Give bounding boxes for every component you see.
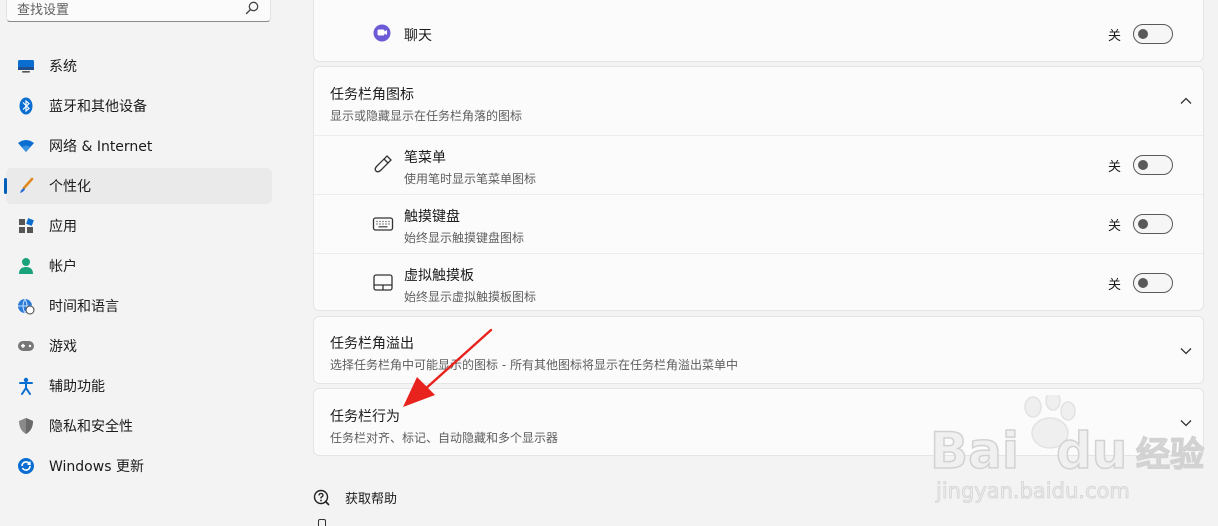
chat-card: 聊天 关 xyxy=(313,0,1204,62)
svg-text:经验: 经验 xyxy=(1136,435,1204,475)
toggle-state-label: 关 xyxy=(1107,277,1121,293)
touch-keyboard-toggle-group: 关 xyxy=(1108,214,1173,234)
sidebar-item-network[interactable]: 网络 & Internet xyxy=(6,128,272,164)
sidebar-item-label: 辅助功能 xyxy=(49,379,105,395)
sidebar-item-label: 隐私和安全性 xyxy=(49,419,133,435)
pen-menu-row: 笔菜单 使用笔时显示笔菜单图标 关 xyxy=(314,136,1203,194)
sidebar-item-time-language[interactable]: 时间和语言 xyxy=(6,288,272,324)
sidebar-item-label: 系统 xyxy=(49,59,77,75)
touchpad-icon xyxy=(373,274,393,291)
help-icon xyxy=(313,489,330,506)
toggle-state-label: 关 xyxy=(1107,159,1121,175)
corner-overflow-title: 任务栏角溢出 xyxy=(330,336,414,352)
chat-toggle-group: 关 xyxy=(1108,24,1173,44)
virtual-touchpad-toggle-group: 关 xyxy=(1108,273,1173,293)
chat-toggle[interactable] xyxy=(1133,24,1173,44)
corner-icons-card: 任务栏角图标 显示或隐藏显示在任务栏角落的图标 笔菜单 使用笔时显示笔菜单图标 … xyxy=(313,66,1204,311)
baidu-watermark-logo: Bai du 经验 jingyan.baidu.com xyxy=(929,395,1205,503)
sidebar-item-label: 时间和语言 xyxy=(49,299,119,315)
sidebar-item-label: 个性化 xyxy=(49,179,91,195)
annotation-arrow-icon xyxy=(403,328,493,407)
chevron-up-icon[interactable] xyxy=(1179,94,1193,108)
touch-keyboard-subtitle: 始终显示触摸键盘图标 xyxy=(404,231,525,245)
sidebar: 查找设置 系统 蓝牙和其他设备 网络 & Internet 个性化 应用 帐户 … xyxy=(0,0,290,526)
gamepad-icon xyxy=(17,337,35,355)
chat-label: 聊天 xyxy=(404,28,432,44)
pen-menu-subtitle: 使用笔时显示笔菜单图标 xyxy=(404,172,537,186)
corner-icons-header[interactable]: 任务栏角图标 显示或隐藏显示在任务栏角落的图标 xyxy=(314,67,1203,135)
sidebar-item-gaming[interactable]: 游戏 xyxy=(6,328,272,364)
sidebar-item-label: Windows 更新 xyxy=(49,459,144,475)
toggle-state-label: 关 xyxy=(1107,218,1121,234)
svg-text:Bai: Bai xyxy=(930,422,1019,480)
search-input[interactable]: 查找设置 xyxy=(17,0,244,18)
sidebar-item-system[interactable]: 系统 xyxy=(6,48,272,84)
search-box[interactable]: 查找设置 xyxy=(6,0,271,22)
shield-icon xyxy=(17,417,35,435)
keyboard-icon xyxy=(372,217,394,231)
sidebar-item-label: 网络 & Internet xyxy=(49,139,153,155)
globe-clock-icon xyxy=(17,297,35,315)
monitor-icon xyxy=(17,57,35,75)
touch-keyboard-row: 触摸键盘 始终显示触摸键盘图标 关 xyxy=(314,195,1203,253)
virtual-touchpad-title: 虚拟触摸板 xyxy=(404,268,474,284)
chat-row: 聊天 关 xyxy=(314,5,1203,63)
brush-icon xyxy=(17,177,35,195)
pen-icon xyxy=(374,155,392,173)
virtual-touchpad-subtitle: 始终显示虚拟触摸板图标 xyxy=(404,290,537,304)
sidebar-item-apps[interactable]: 应用 xyxy=(6,208,272,244)
chevron-down-icon[interactable] xyxy=(1179,344,1193,358)
touch-keyboard-toggle[interactable] xyxy=(1133,214,1173,234)
corner-icons-subtitle: 显示或隐藏显示在任务栏角落的图标 xyxy=(330,109,523,123)
sidebar-item-label: 帐户 xyxy=(49,259,77,275)
search-icon[interactable] xyxy=(244,0,260,16)
sidebar-item-accessibility[interactable]: 辅助功能 xyxy=(6,368,272,404)
svg-text:du: du xyxy=(1056,422,1127,480)
pen-menu-toggle[interactable] xyxy=(1133,155,1173,175)
touch-keyboard-title: 触摸键盘 xyxy=(404,209,460,225)
virtual-touchpad-toggle[interactable] xyxy=(1133,273,1173,293)
pen-menu-title: 笔菜单 xyxy=(404,150,446,166)
svg-text:jingyan.baidu.com: jingyan.baidu.com xyxy=(935,479,1130,503)
sidebar-item-bluetooth[interactable]: 蓝牙和其他设备 xyxy=(6,88,272,124)
bluetooth-icon xyxy=(17,97,35,115)
accessibility-icon xyxy=(17,377,35,395)
virtual-touchpad-row: 虚拟触摸板 始终显示虚拟触摸板图标 关 xyxy=(314,254,1203,312)
wifi-icon xyxy=(17,137,35,155)
person-icon xyxy=(17,257,35,275)
sidebar-item-personalization[interactable]: 个性化 xyxy=(4,168,272,204)
active-indicator xyxy=(4,178,7,194)
sidebar-item-privacy[interactable]: 隐私和安全性 xyxy=(6,408,272,444)
sidebar-item-label: 蓝牙和其他设备 xyxy=(49,99,147,115)
toggle-state-label: 关 xyxy=(1107,28,1121,44)
update-icon xyxy=(17,457,35,475)
sidebar-item-label: 应用 xyxy=(49,219,77,235)
sidebar-item-accounts[interactable]: 帐户 xyxy=(6,248,272,284)
feedback-icon xyxy=(318,519,326,526)
apps-icon xyxy=(17,217,35,235)
taskbar-behaviors-subtitle: 任务栏对齐、标记、自动隐藏和多个显示器 xyxy=(330,431,559,445)
chat-icon xyxy=(373,24,391,42)
sidebar-item-label: 游戏 xyxy=(49,339,77,355)
pen-menu-toggle-group: 关 xyxy=(1108,155,1173,175)
get-help-link[interactable]: 获取帮助 xyxy=(313,488,397,507)
corner-icons-title: 任务栏角图标 xyxy=(330,87,414,103)
get-help-label: 获取帮助 xyxy=(345,492,398,507)
sidebar-item-windows-update[interactable]: Windows 更新 xyxy=(6,448,272,484)
corner-overflow-subtitle: 选择任务栏角中可能显示的图标 - 所有其他图标将显示在任务栏角溢出菜单中 xyxy=(330,358,738,372)
